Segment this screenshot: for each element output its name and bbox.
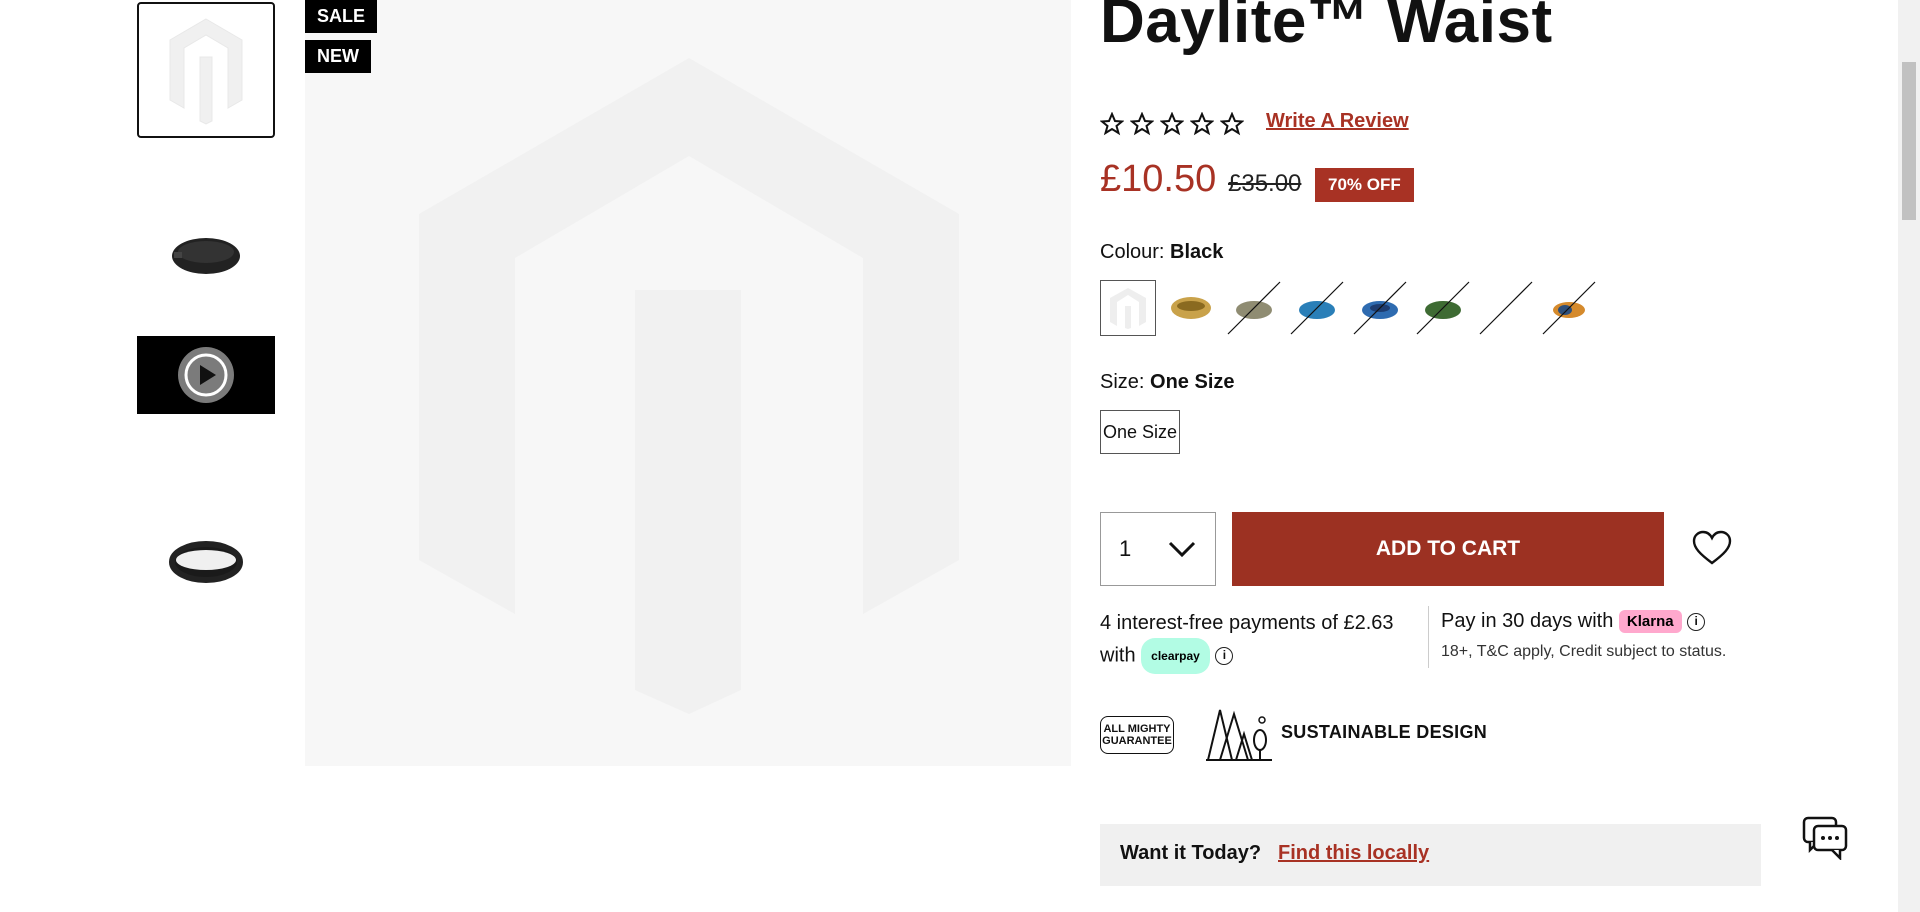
all-mighty-guarantee-badge[interactable]: ALL MIGHTY GUARANTEE xyxy=(1100,716,1174,754)
guarantee-line-2: GUARANTEE xyxy=(1102,735,1172,747)
size-option-one-size[interactable]: One Size xyxy=(1100,410,1180,454)
clearpay-info: 4 interest-free payments of £2.63 with c… xyxy=(1100,608,1430,674)
write-review-link[interactable]: Write A Review xyxy=(1266,110,1409,133)
info-icon[interactable]: i xyxy=(1215,647,1234,665)
discount-badge: 70% OFF xyxy=(1315,168,1414,202)
waist-pack-image xyxy=(1290,281,1344,335)
star-icon xyxy=(1220,112,1244,136)
new-badge: NEW xyxy=(305,40,371,73)
star-icon xyxy=(1100,112,1124,136)
waist-pack-image xyxy=(169,541,243,583)
divider xyxy=(1428,606,1429,668)
waist-pack-image xyxy=(172,238,240,274)
colour-label-text: Colour: xyxy=(1100,241,1165,263)
clearpay-logo: clearpay xyxy=(1141,638,1210,674)
sale-badge: SALE xyxy=(305,0,378,33)
rating-stars[interactable] xyxy=(1100,112,1244,136)
clearpay-with-text: with xyxy=(1100,644,1136,667)
star-icon xyxy=(1130,112,1154,136)
waist-pack-image xyxy=(1542,281,1596,335)
logo-placeholder-icon xyxy=(169,18,243,125)
quantity-select[interactable]: 1 xyxy=(1100,512,1216,586)
current-price: £10.50 xyxy=(1100,158,1217,200)
size-label: Size: One Size xyxy=(1100,371,1235,394)
size-label-text: Size: xyxy=(1100,371,1145,393)
find-locally-link[interactable]: Find this locally xyxy=(1278,842,1429,865)
logo-placeholder-icon xyxy=(1110,288,1146,329)
klarna-text: Pay in 30 days with xyxy=(1441,610,1614,632)
swatch-yellow[interactable] xyxy=(1163,280,1219,336)
scrollbar-thumb[interactable] xyxy=(1902,62,1916,220)
chevron-down-icon xyxy=(1169,541,1196,558)
colour-label: Colour: Black xyxy=(1100,241,1223,264)
play-icon xyxy=(178,347,234,403)
swatch-black[interactable] xyxy=(1100,280,1156,336)
waist-pack-image xyxy=(1171,297,1211,319)
star-icon xyxy=(1160,112,1184,136)
colour-value: Black xyxy=(1170,241,1224,263)
trees-icon xyxy=(1206,709,1272,761)
thumbnail-waist-pack-front[interactable] xyxy=(137,200,275,308)
product-title: Daylite™ Waist xyxy=(1100,0,1553,56)
swatch-grey-unavailable[interactable] xyxy=(1226,280,1282,336)
swatch-blue-unavailable[interactable] xyxy=(1289,280,1345,336)
chat-icon[interactable] xyxy=(1802,814,1848,860)
star-icon xyxy=(1190,112,1214,136)
main-product-image[interactable]: SALE NEW xyxy=(305,0,1071,766)
swatch-navy-unavailable[interactable] xyxy=(1352,280,1408,336)
thumbnail-video[interactable] xyxy=(137,336,275,414)
logo-placeholder-icon xyxy=(419,58,959,714)
info-icon[interactable]: i xyxy=(1687,612,1706,631)
unavailable-slash-icon xyxy=(1479,281,1533,335)
clearpay-text: 4 interest-free payments of £2.63 xyxy=(1100,612,1394,634)
waist-pack-image xyxy=(1416,281,1470,335)
thumbnail-waist-pack-back[interactable] xyxy=(137,510,275,610)
original-price: £35.00 xyxy=(1228,170,1302,197)
heart-icon[interactable] xyxy=(1692,530,1732,566)
quantity-value: 1 xyxy=(1118,536,1132,561)
guarantee-line-1: ALL MIGHTY xyxy=(1103,723,1171,735)
swatch-empty-unavailable[interactable] xyxy=(1478,280,1534,336)
add-to-cart-button[interactable]: ADD TO CART xyxy=(1232,512,1664,586)
want-it-today-text: Want it Today? xyxy=(1120,842,1262,864)
klarna-terms: 18+, T&C apply, Credit subject to status… xyxy=(1441,643,1727,660)
klarna-info: Pay in 30 days with Klarna i xyxy=(1441,610,1706,634)
swatch-orange-unavailable[interactable] xyxy=(1541,280,1597,336)
thumbnail-placeholder[interactable] xyxy=(137,2,275,138)
sustainable-design-label: SUSTAINABLE DESIGN xyxy=(1281,722,1488,742)
swatch-green-unavailable[interactable] xyxy=(1415,280,1471,336)
klarna-logo: Klarna xyxy=(1618,610,1682,634)
find-locally-box: Want it Today? Find this locally xyxy=(1100,824,1761,886)
waist-pack-image xyxy=(1353,281,1407,335)
size-value: One Size xyxy=(1150,371,1235,393)
waist-pack-image xyxy=(1227,281,1281,335)
